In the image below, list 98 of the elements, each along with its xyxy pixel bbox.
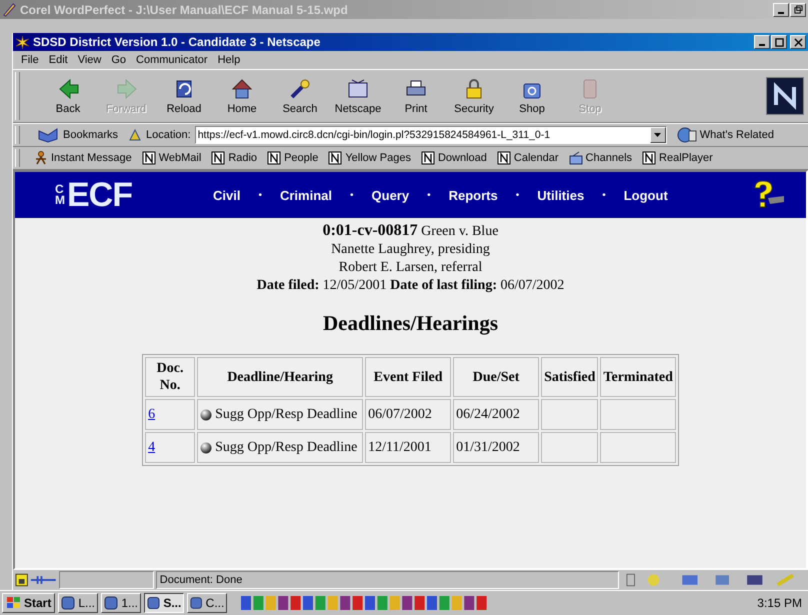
nav-separator: • [427, 190, 431, 200]
document-link[interactable]: 4 [148, 440, 156, 454]
menu-item[interactable]: View [78, 54, 102, 66]
taskbar-button[interactable]: 1... [101, 593, 142, 613]
taskbar-button[interactable]: L... [58, 593, 98, 613]
column-header: Deadline/Hearing [197, 357, 364, 397]
bookmark-link[interactable]: WebMail [140, 151, 204, 165]
window-title: SDSD District Version 1.0 - Candidate 3 - Netscape [33, 35, 320, 49]
toolbar-button[interactable]: Back [40, 75, 96, 117]
nav-link[interactable]: Logout [624, 188, 668, 202]
minimize-button[interactable] [773, 2, 789, 16]
table-cell: 06/24/2002 [453, 399, 540, 430]
maximize-icon [774, 38, 784, 46]
bookmarks-button[interactable]: Bookmarks [38, 127, 118, 143]
nav-separator: • [602, 190, 606, 200]
toolbar-button[interactable]: Shop [504, 75, 560, 117]
person-icon [34, 151, 48, 165]
case-title: 0:01-cv-00817 Green v. Blue [322, 222, 500, 241]
url-field[interactable]: https://ecf-v1.mowd.circ8.dcn/cgi-bin/login.pl?532915824584961-L_311_0-1 [194, 126, 667, 144]
nav-separator: • [258, 190, 262, 200]
page-icon [496, 151, 511, 165]
whats-related-button[interactable]: What's Related [676, 126, 774, 144]
page-icon [142, 151, 156, 165]
home-icon [230, 77, 254, 101]
app-icon [190, 596, 203, 610]
table-cell: 12/11/2001 [365, 432, 452, 463]
bookmark-link[interactable]: RealPlayer [640, 151, 715, 165]
taskbar-button[interactable]: C... [187, 593, 228, 613]
filing-dates: Date filed: 12/05/2001 Date of last filing: 06/07/2002 [256, 277, 564, 295]
app-icon [147, 596, 160, 610]
table-cell: 01/31/2002 [453, 432, 540, 463]
globe-icon [676, 126, 697, 144]
windows-flag-icon [6, 596, 22, 610]
bookmark-link[interactable]: Yellow Pages [326, 151, 413, 165]
bookmark-link[interactable]: Instant Message [32, 151, 134, 165]
bookmark-link[interactable]: Calendar [494, 151, 561, 165]
toolbar-button[interactable]: Print [388, 75, 444, 117]
page-icon [328, 151, 342, 165]
menu-item[interactable]: Communicator [136, 54, 208, 66]
nav-link[interactable]: Reports [448, 188, 498, 202]
search-icon [288, 77, 312, 101]
start-button[interactable]: Start [2, 593, 56, 613]
page-icon [420, 151, 435, 165]
nav-link[interactable]: Criminal [280, 188, 332, 202]
deadline-name: Sugg Opp/Resp Deadline [215, 406, 358, 422]
status-text: Document: Done [156, 571, 619, 589]
restore-icon [794, 5, 802, 14]
minimize-button[interactable] [754, 35, 770, 49]
bullet-ball-icon [200, 408, 212, 420]
bookmark-link[interactable]: Radio [209, 151, 260, 165]
restore-button[interactable] [790, 2, 806, 16]
toolbar-button[interactable]: Home [214, 75, 270, 117]
toolbar-button[interactable]: Reload [156, 75, 212, 117]
bookmark-link[interactable]: Download [418, 151, 489, 165]
column-header: Due/Set [453, 357, 540, 397]
tv-icon [568, 151, 583, 165]
clock: 3:15 PM [757, 596, 802, 610]
toolbar-button[interactable]: Security [446, 75, 502, 117]
bookmark-link[interactable]: Channels [566, 151, 634, 165]
nav-link[interactable]: Utilities [537, 188, 584, 202]
menu-item[interactable]: Help [218, 54, 240, 66]
page-icon [211, 151, 226, 165]
column-header: Event Filed [365, 357, 452, 397]
menu-item[interactable]: File [21, 54, 39, 66]
taskbar-button[interactable]: S... [144, 593, 184, 613]
page-heading: Deadlines/Hearings [322, 311, 498, 336]
toolbar-button[interactable]: Netscape [330, 75, 386, 117]
page-icon [642, 151, 656, 165]
close-icon [794, 38, 802, 46]
presiding-judge: Nanette Laughrey, presiding [330, 241, 491, 259]
menu-item[interactable]: Go [111, 54, 126, 66]
starburst-icon [15, 34, 30, 50]
bookmark-link[interactable]: People [265, 151, 320, 165]
app-icon [61, 596, 76, 610]
nav-link[interactable]: Query [372, 188, 410, 202]
column-header: Satisfied [541, 357, 598, 397]
maximize-button[interactable] [771, 35, 787, 49]
column-header: Terminated [600, 357, 676, 397]
table-cell: 06/07/2002 [365, 399, 452, 430]
document-link[interactable]: 6 [148, 406, 156, 422]
deadline-name: Sugg Opp/Resp Deadline [215, 440, 358, 456]
pen-icon [2, 2, 17, 17]
toolbar-button[interactable]: Search [272, 75, 328, 117]
referral-judge: Robert E. Larsen, referral [338, 259, 484, 277]
minimize-icon [778, 12, 784, 14]
page-icon [267, 151, 282, 165]
bullet-ball-icon [200, 442, 212, 454]
location-label: Location: [146, 129, 191, 141]
nav-separator: • [516, 190, 520, 200]
app-icon [104, 596, 118, 610]
nav-link[interactable]: Civil [213, 188, 240, 202]
book-icon [38, 127, 60, 143]
menu-item[interactable]: Edit [48, 54, 68, 66]
close-button[interactable] [790, 35, 806, 49]
minimize-icon [759, 44, 765, 46]
nav-separator: • [350, 190, 354, 200]
window-title: Corel WordPerfect - J:\User Manual\ECF Manual 5-15.wpd [20, 2, 348, 16]
column-header: Doc. No. [145, 357, 196, 397]
